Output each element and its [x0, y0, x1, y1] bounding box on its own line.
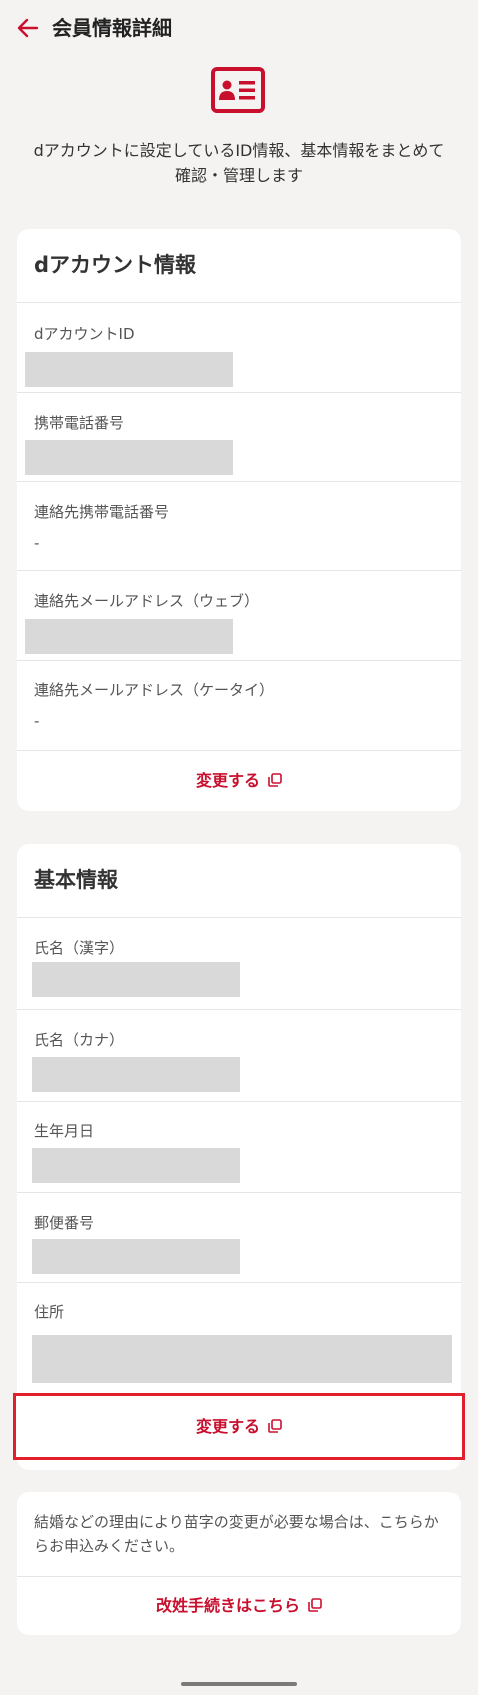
masked-value-address [32, 1335, 452, 1383]
field-label-address: 住所 [34, 1303, 65, 1321]
field-label-contact-mobile-number: 連絡先携帯電話番号 [34, 503, 170, 521]
masked-value-mobile-number [25, 440, 233, 475]
arrow-left-icon [17, 18, 39, 38]
field-label-name-kanji: 氏名（漢字） [34, 939, 125, 957]
masked-value-daccount-id [25, 352, 233, 387]
basic-info-change-link[interactable]: 変更する [16, 1396, 462, 1457]
back-button[interactable] [12, 12, 44, 44]
field-value-contact-email-mobile: - [34, 712, 40, 730]
daccount-card-title: dアカウント情報 [34, 253, 197, 277]
surname-change-link[interactable]: 改姓手続きはこちら [17, 1576, 461, 1635]
basic-info-change-label: 変更する [195, 1417, 260, 1436]
field-label-postal-code: 郵便番号 [34, 1214, 95, 1232]
masked-value-name-kana [32, 1057, 240, 1092]
external-window-icon [268, 1419, 282, 1433]
field-label-contact-email-web: 連絡先メールアドレス（ウェブ） [34, 592, 260, 610]
surname-change-card: 結婚などの理由により苗字の変更が必要な場合は、こちらからお申込みください。 改姓… [17, 1492, 461, 1635]
external-window-icon [268, 773, 282, 787]
home-indicator[interactable] [181, 1682, 297, 1686]
field-label-name-kana: 氏名（カナ） [34, 1031, 125, 1049]
divider [17, 1282, 461, 1283]
basic-info-change-button[interactable]: 変更する [13, 1393, 465, 1460]
divider [17, 392, 461, 393]
daccount-change-button[interactable]: 変更する [17, 750, 461, 811]
daccount-change-label: 変更する [195, 771, 260, 790]
basic-info-card-title: 基本情報 [34, 868, 118, 892]
masked-value-birthdate [32, 1148, 240, 1183]
field-label-contact-email-mobile: 連絡先メールアドレス（ケータイ） [34, 681, 275, 699]
divider [17, 1009, 461, 1010]
divider [17, 917, 461, 918]
daccount-card: dアカウント情報 dアカウントID 携帯電話番号 連絡先携帯電話番号 - 連絡先… [17, 229, 461, 811]
divider [17, 1192, 461, 1193]
page-title: 会員情報詳細 [52, 16, 172, 40]
basic-info-card: 基本情報 氏名（漢字） 氏名（カナ） 生年月日 郵便番号 住所 [17, 844, 461, 1470]
intro-text: dアカウントに設定しているID情報、基本情報をまとめて確認・管理します [33, 141, 445, 185]
divider [17, 1101, 461, 1102]
masked-value-contact-email-web [25, 619, 233, 654]
surname-change-note: 結婚などの理由により苗字の変更が必要な場合は、こちらからお申込みください。 [34, 1513, 439, 1555]
id-card-icon [211, 67, 265, 113]
field-label-birthdate: 生年月日 [34, 1122, 95, 1140]
divider [17, 660, 461, 661]
divider [17, 302, 461, 303]
app-header: 会員情報詳細 [0, 0, 478, 56]
field-label-mobile-number: 携帯電話番号 [34, 414, 125, 432]
external-window-icon [308, 1598, 322, 1612]
field-label-daccount-id: dアカウントID [34, 325, 135, 343]
field-value-contact-mobile-number: - [34, 534, 40, 552]
masked-value-postal-code [32, 1239, 240, 1274]
divider [17, 481, 461, 482]
divider [17, 570, 461, 571]
surname-change-label: 改姓手続きはこちら [155, 1596, 300, 1615]
masked-value-name-kanji [32, 962, 240, 997]
